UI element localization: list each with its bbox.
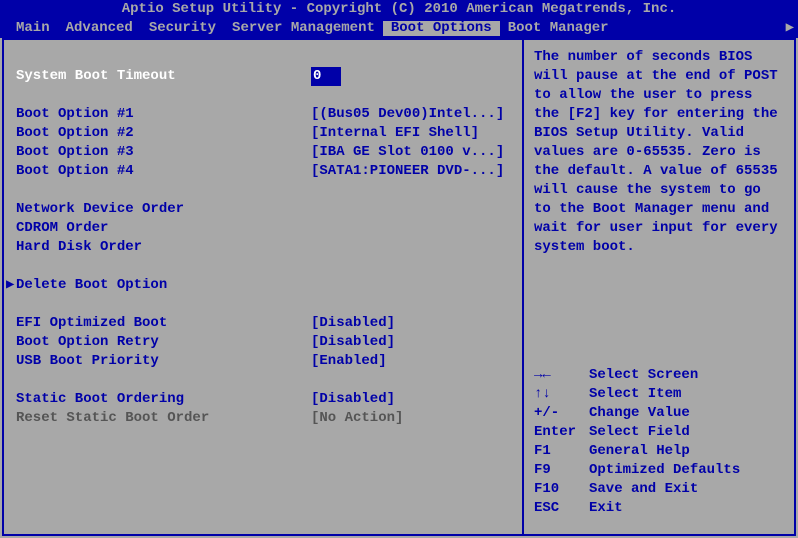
key-hint-exit: ESC Exit: [534, 499, 784, 518]
key-hint-change-value: +/- Change Value: [534, 404, 784, 423]
field-boot-option-4[interactable]: Boot Option #4 [SATA1:PIONEER DVD-...]: [16, 162, 510, 181]
field-hard-disk-order[interactable]: Hard Disk Order: [16, 238, 510, 257]
key-hint-optimized-defaults: F9 Optimized Defaults: [534, 461, 784, 480]
key-hint-select-screen: →← Select Screen: [534, 366, 784, 385]
field-boot-option-1[interactable]: Boot Option #1 [(Bus05 Dev00)Intel...]: [16, 105, 510, 124]
key-label: ESC: [534, 499, 589, 518]
menu-boot-options[interactable]: Boot Options: [383, 21, 500, 36]
field-label: Boot Option #3: [16, 143, 311, 162]
field-boot-option-3[interactable]: Boot Option #3 [IBA GE Slot 0100 v...]: [16, 143, 510, 162]
key-action: Change Value: [589, 404, 690, 423]
menu-bar: Main Advanced Security Server Management…: [0, 19, 798, 38]
field-value[interactable]: 0: [311, 67, 341, 86]
field-label: Boot Option Retry: [16, 333, 311, 352]
field-value: [Disabled]: [311, 333, 395, 352]
key-action: Select Screen: [589, 366, 698, 385]
submenu-arrow-icon: ▶: [6, 276, 14, 295]
key-label: →←: [534, 366, 589, 385]
field-value: [Internal EFI Shell]: [311, 124, 479, 143]
content-area: System Boot Timeout 0 Boot Option #1 [(B…: [2, 38, 796, 536]
menu-arrow-right-icon: ▶: [786, 21, 794, 36]
help-text: The number of seconds BIOS will pause at…: [534, 48, 784, 257]
key-label: ↑↓: [534, 385, 589, 404]
key-hints: →← Select Screen ↑↓ Select Item +/- Chan…: [534, 366, 784, 526]
field-label: Boot Option #1: [16, 105, 311, 124]
key-action: General Help: [589, 442, 690, 461]
field-label: CDROM Order: [16, 219, 311, 238]
field-boot-option-2[interactable]: Boot Option #2 [Internal EFI Shell]: [16, 124, 510, 143]
field-boot-option-retry[interactable]: Boot Option Retry [Disabled]: [16, 333, 510, 352]
field-cdrom-order[interactable]: CDROM Order: [16, 219, 510, 238]
field-label: Static Boot Ordering: [16, 390, 311, 409]
field-value: [Enabled]: [311, 352, 387, 371]
field-efi-optimized-boot[interactable]: EFI Optimized Boot [Disabled]: [16, 314, 510, 333]
field-label: EFI Optimized Boot: [16, 314, 311, 333]
field-value: [Disabled]: [311, 390, 395, 409]
field-system-boot-timeout[interactable]: System Boot Timeout 0: [16, 67, 510, 86]
key-action: Exit: [589, 499, 623, 518]
field-delete-boot-option[interactable]: ▶ Delete Boot Option: [16, 276, 510, 295]
key-label: +/-: [534, 404, 589, 423]
menu-boot-manager[interactable]: Boot Manager: [500, 21, 617, 36]
field-value: [No Action]: [311, 409, 403, 428]
key-hint-select-item: ↑↓ Select Item: [534, 385, 784, 404]
key-action: Select Item: [589, 385, 681, 404]
key-label: F1: [534, 442, 589, 461]
field-label: Boot Option #4: [16, 162, 311, 181]
field-network-device-order[interactable]: Network Device Order: [16, 200, 510, 219]
menu-advanced[interactable]: Advanced: [58, 21, 141, 36]
key-label: F10: [534, 480, 589, 499]
key-action: Select Field: [589, 423, 690, 442]
field-label: Delete Boot Option: [16, 276, 311, 295]
field-label: Hard Disk Order: [16, 238, 311, 257]
field-value: [Disabled]: [311, 314, 395, 333]
field-reset-static-boot-order: Reset Static Boot Order [No Action]: [16, 409, 510, 428]
menu-server-management[interactable]: Server Management: [224, 21, 383, 36]
field-value: [(Bus05 Dev00)Intel...]: [311, 105, 504, 124]
menu-security[interactable]: Security: [141, 21, 224, 36]
title-bar: Aptio Setup Utility - Copyright (C) 2010…: [0, 0, 798, 19]
key-hint-general-help: F1 General Help: [534, 442, 784, 461]
field-label: Network Device Order: [16, 200, 311, 219]
field-usb-boot-priority[interactable]: USB Boot Priority [Enabled]: [16, 352, 510, 371]
menu-main[interactable]: Main: [8, 21, 58, 36]
bios-screen: Aptio Setup Utility - Copyright (C) 2010…: [0, 0, 798, 538]
key-label: Enter: [534, 423, 589, 442]
key-label: F9: [534, 461, 589, 480]
field-static-boot-ordering[interactable]: Static Boot Ordering [Disabled]: [16, 390, 510, 409]
field-label: USB Boot Priority: [16, 352, 311, 371]
help-panel: The number of seconds BIOS will pause at…: [524, 40, 794, 534]
field-value: [IBA GE Slot 0100 v...]: [311, 143, 504, 162]
key-action: Optimized Defaults: [589, 461, 740, 480]
key-hint-select-field: Enter Select Field: [534, 423, 784, 442]
field-label: System Boot Timeout: [16, 67, 311, 86]
field-label: Boot Option #2: [16, 124, 311, 143]
key-hint-save-exit: F10 Save and Exit: [534, 480, 784, 499]
settings-panel: System Boot Timeout 0 Boot Option #1 [(B…: [4, 40, 524, 534]
key-action: Save and Exit: [589, 480, 698, 499]
field-value: [SATA1:PIONEER DVD-...]: [311, 162, 504, 181]
field-label: Reset Static Boot Order: [16, 409, 311, 428]
